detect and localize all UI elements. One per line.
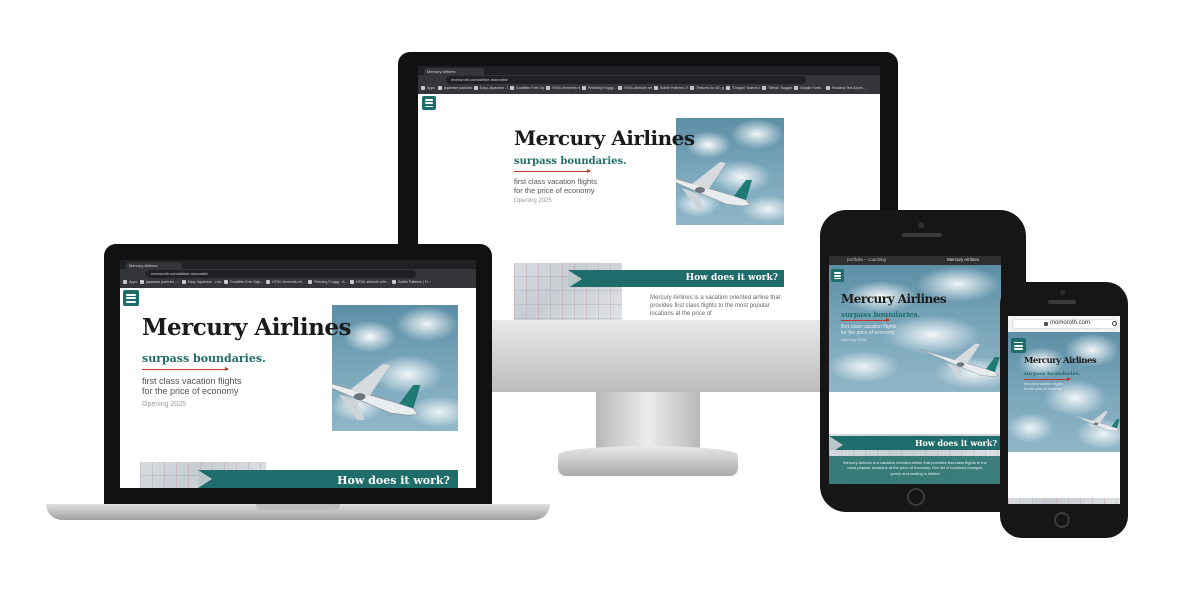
description: Mercury Airlines is a vacation oriented …	[650, 295, 781, 318]
plane-icon	[332, 364, 421, 420]
phone-camera	[1060, 290, 1065, 295]
white-section	[1008, 452, 1120, 498]
bookmark-item[interactable]: japanese particles -...	[438, 86, 472, 90]
menu-icon[interactable]	[123, 290, 139, 306]
address-bar[interactable]: momoroth.com/airline-microsite/	[146, 270, 416, 278]
menu-icon[interactable]	[422, 96, 436, 110]
bookmark-item[interactable]: Godaffen Free Sign...	[510, 86, 544, 90]
bookmark-item[interactable]: Subtle Patterns | Fr...	[392, 280, 436, 284]
bookmark-item[interactable]: Subtle Patterns | Fr...	[654, 86, 688, 90]
tablet-screen: portfolio – coaching Mercury Airlines Me…	[829, 256, 1001, 484]
opening-date: Opening 2025	[841, 337, 867, 342]
brand-title: Mercury Airlines	[514, 126, 695, 150]
phone-home-button[interactable]	[1054, 512, 1070, 528]
menu-icon[interactable]	[1011, 338, 1026, 353]
brand-title: Mercury Airlines	[841, 292, 947, 306]
bookmark-item[interactable]: "Dragon" Names for...	[726, 86, 760, 90]
plane-icon	[1071, 411, 1120, 433]
red-arrow-line	[1024, 377, 1071, 381]
browser-chrome: Mercury Airlines momoroth.com/airline-mi…	[418, 66, 880, 94]
bookmark-item[interactable]: Phishing Froggy - A...	[308, 280, 348, 284]
bookmark-item[interactable]: HTML elements ref...	[546, 86, 580, 90]
tagline: surpass boundaries.	[1024, 371, 1081, 377]
tablet-camera	[918, 222, 924, 228]
red-arrow-line	[514, 169, 591, 173]
lock-icon	[1044, 322, 1048, 326]
description: Mercury Airlines is a vacation oriented …	[829, 456, 1001, 484]
subtitle-line-1: first class vacation flights	[514, 177, 597, 186]
plane-icon	[676, 162, 752, 210]
phone-url-bar[interactable]: momoroth.com	[1008, 316, 1120, 332]
menu-icon[interactable]	[831, 269, 844, 282]
how-it-works-bar: How does it work?	[198, 470, 458, 488]
refresh-icon[interactable]	[1112, 321, 1117, 326]
brand-title: Mercury Airlines	[142, 314, 351, 341]
address-bar[interactable]: momoroth.com/airline-microsite/	[446, 76, 806, 84]
laptop-notch	[256, 504, 340, 510]
bookmark-item[interactable]: Textures for 3D, gra...	[690, 86, 724, 90]
bookmark-item[interactable]: Phishing Froggy - A...	[582, 86, 616, 90]
bookmarks-bar: Apps japanese particles -... Easy Japane…	[120, 279, 476, 288]
tablet-page-title: Mercury Airlines	[947, 257, 980, 262]
bookmark-item[interactable]: HTML elements ref...	[266, 280, 306, 284]
bookmark-item[interactable]: Google Fonts	[794, 86, 824, 90]
browser-chrome: Mercury Airlines momoroth.com/airline-mi…	[120, 260, 476, 288]
brand-title: Mercury Airlines	[1024, 356, 1097, 366]
subtitle-line-1: first class vacation flights	[1024, 382, 1063, 386]
tagline: surpass boundaries.	[142, 352, 266, 365]
subtitle-line-2: for the price of economy	[1024, 387, 1062, 391]
browser-tab[interactable]: Mercury Airlines	[424, 68, 484, 75]
tagline: surpass boundaries.	[841, 310, 920, 319]
bookmark-item[interactable]: HTML attribute refe...	[350, 280, 390, 284]
phone-screen: momoroth.com Mercury Airlines surpass bo…	[1008, 316, 1120, 504]
subtitle-line-2: for the price of economy	[841, 330, 895, 336]
tagline: surpass boundaries.	[514, 156, 627, 167]
how-it-works-bar: How does it work?	[829, 436, 1001, 450]
red-arrow-line	[142, 367, 229, 371]
red-arrow-line	[841, 318, 890, 322]
bookmark-item[interactable]: "Mimic" Suggesti...	[762, 86, 792, 90]
subtitle-line-2: for the price of economy	[142, 386, 239, 396]
tablet-home-button[interactable]	[907, 488, 925, 506]
bookmark-item[interactable]: Apps	[421, 86, 437, 90]
bookmark-item[interactable]: japanese particles -...	[140, 280, 180, 284]
bookmark-item[interactable]: Easy Japanese - Lea...	[474, 86, 508, 90]
tablet-status-bar: portfolio – coaching Mercury Airlines	[829, 256, 1001, 265]
browser-tab[interactable]: Mercury Airlines	[126, 262, 182, 269]
tablet-tab-label: portfolio – coaching	[847, 257, 887, 262]
bookmarks-bar: Apps japanese particles -... Easy Japane…	[418, 85, 880, 94]
how-it-works-bar: How does it work?	[568, 270, 784, 287]
bookmark-item[interactable]: Reading Text Acces...	[826, 86, 870, 90]
monitor-stand	[596, 392, 700, 450]
bookmark-item[interactable]: Godaffen Free Sign...	[224, 280, 264, 284]
opening-date: Opening 2025	[142, 401, 186, 408]
phone-url-text: momoroth.com	[1050, 320, 1091, 326]
phone-speaker	[1048, 300, 1076, 304]
tablet-speaker	[902, 233, 942, 237]
monitor-base	[558, 446, 738, 476]
laptop-screen: Mercury Airlines momoroth.com/airline-mi…	[120, 260, 476, 488]
bookmark-item[interactable]: Easy Japanese - Lea...	[182, 280, 222, 284]
bookmark-item[interactable]: HTML attribute refe...	[618, 86, 652, 90]
opening-date: Opening 2025	[514, 198, 552, 204]
bookmark-item[interactable]: Apps	[123, 280, 139, 284]
subtitle-line-2: for the price of economy	[514, 186, 595, 195]
map-image	[1008, 498, 1120, 504]
plane-icon	[919, 343, 1000, 380]
